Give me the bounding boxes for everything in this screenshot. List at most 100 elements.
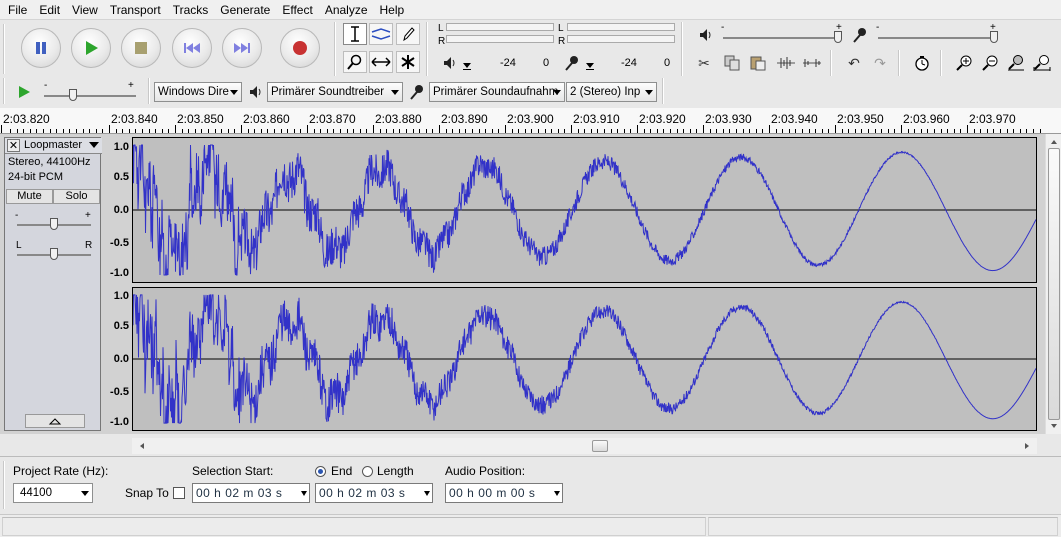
- copy-button[interactable]: [720, 51, 744, 75]
- ruler-minor-tick: [650, 129, 651, 133]
- vertical-ruler-left[interactable]: 1.0 0.5 0.0 -0.5 -1.0: [102, 137, 132, 283]
- fit-selection-button[interactable]: [1004, 51, 1028, 75]
- track-control-panel[interactable]: ✕ Loopmaster Stereo, 44100Hz 24-bit PCM …: [4, 137, 102, 431]
- selection-end-field[interactable]: 00 h 02 m 03 s: [315, 483, 433, 503]
- project-rate-select[interactable]: 44100: [13, 483, 93, 503]
- track-menu-chevron-down-icon[interactable]: [89, 142, 99, 148]
- pause-icon: [36, 42, 46, 54]
- solo-button[interactable]: Solo: [53, 189, 100, 204]
- scale-label: 0.5: [113, 171, 129, 183]
- pan-thumb[interactable]: [50, 248, 58, 260]
- scroll-up-icon[interactable]: [1046, 136, 1061, 148]
- zoom-in-button[interactable]: [952, 51, 976, 75]
- ruler-minor-tick: [624, 129, 625, 133]
- skip-to-end-button[interactable]: [222, 28, 262, 68]
- zoom-tool[interactable]: [343, 51, 367, 73]
- toolbar-grip[interactable]: [3, 461, 5, 509]
- undo-button[interactable]: ↶: [842, 51, 866, 75]
- timeline-ruler[interactable]: 2:03.820 2:03.840 2:03.850 2:03.860 2:03.870…: [0, 108, 1061, 134]
- scroll-down-icon[interactable]: [1046, 420, 1061, 432]
- ruler-tick-label: 2:03.890: [441, 112, 488, 126]
- ruler-tick-label: 2:03.950: [837, 112, 884, 126]
- track-name-bar[interactable]: ✕ Loopmaster: [5, 138, 102, 154]
- toolbar-grip[interactable]: [3, 78, 5, 104]
- envelope-tool[interactable]: [369, 23, 393, 45]
- menu-file[interactable]: File: [2, 0, 33, 20]
- paste-button[interactable]: [746, 51, 770, 75]
- end-radio[interactable]: [315, 466, 326, 477]
- ruler-minor-tick: [1013, 129, 1014, 133]
- scroll-right-icon[interactable]: [1021, 438, 1033, 454]
- close-track-button[interactable]: ✕: [7, 139, 20, 152]
- play-at-speed-button[interactable]: [12, 80, 36, 104]
- silence-button[interactable]: [800, 51, 824, 75]
- playback-meter-speaker[interactable]: [438, 51, 462, 75]
- sync-lock-button[interactable]: [910, 51, 934, 75]
- waveform-left-channel[interactable]: [132, 137, 1037, 283]
- horizontal-scrollbar[interactable]: [132, 438, 1037, 454]
- trim-button[interactable]: [774, 51, 798, 75]
- ruler-minor-tick: [894, 129, 895, 133]
- zoom-out-button[interactable]: [978, 51, 1002, 75]
- menu-edit[interactable]: Edit: [33, 0, 66, 20]
- ruler-minor-tick: [149, 129, 150, 133]
- waveform-right-channel[interactable]: [132, 287, 1037, 431]
- scale-label: 0.0: [113, 204, 129, 216]
- selection-start-field[interactable]: 00 h 02 m 03 s: [192, 483, 310, 503]
- menu-transport[interactable]: Transport: [104, 0, 167, 20]
- recording-device-select[interactable]: Primärer Soundaufnahm: [429, 82, 565, 102]
- gain-thumb[interactable]: [50, 218, 58, 230]
- draw-tool[interactable]: [396, 23, 420, 45]
- ruler-minor-tick: [1033, 129, 1034, 133]
- selection-toolbar: Project Rate (Hz): 44100 Snap To Selecti…: [0, 456, 1061, 514]
- menu-effect[interactable]: Effect: [276, 0, 318, 20]
- menu-analyze[interactable]: Analyze: [319, 0, 374, 20]
- playback-meter-right[interactable]: [446, 35, 554, 43]
- playback-meter-menu[interactable]: [460, 53, 474, 77]
- skip-to-start-button[interactable]: [172, 28, 212, 68]
- scroll-left-icon[interactable]: [136, 438, 148, 454]
- record-button[interactable]: [280, 28, 320, 68]
- cut-button[interactable]: ✂: [692, 51, 716, 75]
- toolbar-grip[interactable]: [3, 24, 5, 74]
- record-meter-menu[interactable]: [583, 53, 597, 77]
- timeshift-tool[interactable]: [369, 51, 393, 73]
- audio-host-select[interactable]: Windows Dire: [154, 82, 242, 102]
- toolbar-separator: [148, 78, 150, 104]
- play-speed-slider[interactable]: [44, 95, 136, 97]
- ruler-minor-tick: [432, 129, 433, 133]
- snap-to-checkbox[interactable]: [173, 487, 185, 499]
- selection-tool[interactable]: [343, 23, 367, 45]
- menu-generate[interactable]: Generate: [214, 0, 276, 20]
- output-volume-slider[interactable]: [723, 37, 839, 39]
- multi-tool[interactable]: [396, 51, 420, 73]
- menu-help[interactable]: Help: [374, 0, 411, 20]
- vertical-ruler-right[interactable]: 1.0 0.5 0.0 -0.5 -1.0: [102, 287, 132, 431]
- menu-tracks[interactable]: Tracks: [167, 0, 215, 20]
- skip-end-icon: [234, 43, 250, 53]
- playback-device-select[interactable]: Primärer Soundtreiber: [267, 82, 403, 102]
- playback-meter-left[interactable]: [446, 23, 554, 31]
- record-meter-mic[interactable]: [560, 51, 584, 75]
- record-meter-left[interactable]: [567, 23, 675, 31]
- play-speed-thumb[interactable]: [69, 89, 77, 101]
- length-radio[interactable]: [362, 466, 373, 477]
- vertical-scroll-thumb[interactable]: [1048, 148, 1060, 420]
- mute-button[interactable]: Mute: [6, 189, 53, 204]
- play-button[interactable]: [71, 28, 111, 68]
- vertical-scrollbar[interactable]: [1045, 134, 1061, 434]
- record-meter-right[interactable]: [567, 35, 675, 43]
- pause-button[interactable]: [21, 28, 61, 68]
- fit-project-button[interactable]: [1030, 51, 1054, 75]
- redo-button[interactable]: ↷: [868, 51, 892, 75]
- output-volume-thumb[interactable]: [834, 31, 842, 43]
- horizontal-scroll-thumb[interactable]: [592, 440, 608, 452]
- stop-button[interactable]: [121, 28, 161, 68]
- menu-view[interactable]: View: [66, 0, 104, 20]
- input-volume-thumb[interactable]: [990, 31, 998, 43]
- recording-channels-select[interactable]: 2 (Stereo) Inp: [566, 82, 657, 102]
- audio-position-field[interactable]: 00 h 00 m 00 s: [445, 483, 563, 503]
- ruler-minor-tick: [281, 129, 282, 133]
- input-volume-slider[interactable]: [878, 37, 994, 39]
- collapse-track-button[interactable]: [25, 414, 85, 428]
